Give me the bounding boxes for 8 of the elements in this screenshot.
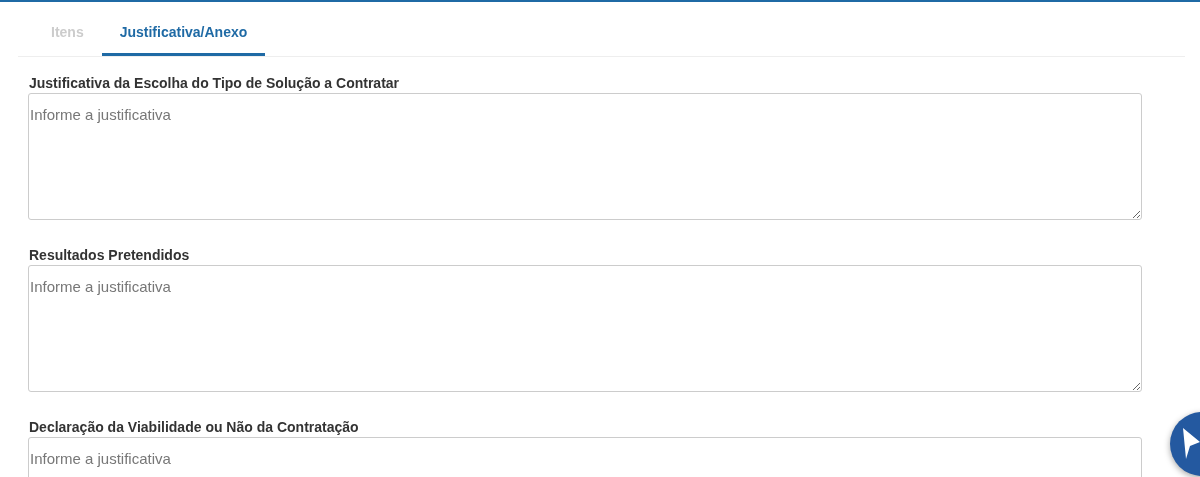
text-area[interactable]: Informe a justificativa [28, 93, 1142, 220]
field-label: Justificativa da Escolha do Tipo de Solução a Contratar [28, 75, 400, 91]
tab[interactable]: Justificativa/Anexo [101, 10, 266, 56]
text-area[interactable]: Informe a justificativa [28, 437, 1142, 477]
field-label: Resultados Pretendidos [28, 247, 190, 263]
field-label: Declaração da Viabilidade ou Não da Contratação [28, 419, 359, 435]
arrow-icon [1182, 426, 1200, 460]
text-area[interactable]: Informe a justificativa [28, 265, 1142, 392]
